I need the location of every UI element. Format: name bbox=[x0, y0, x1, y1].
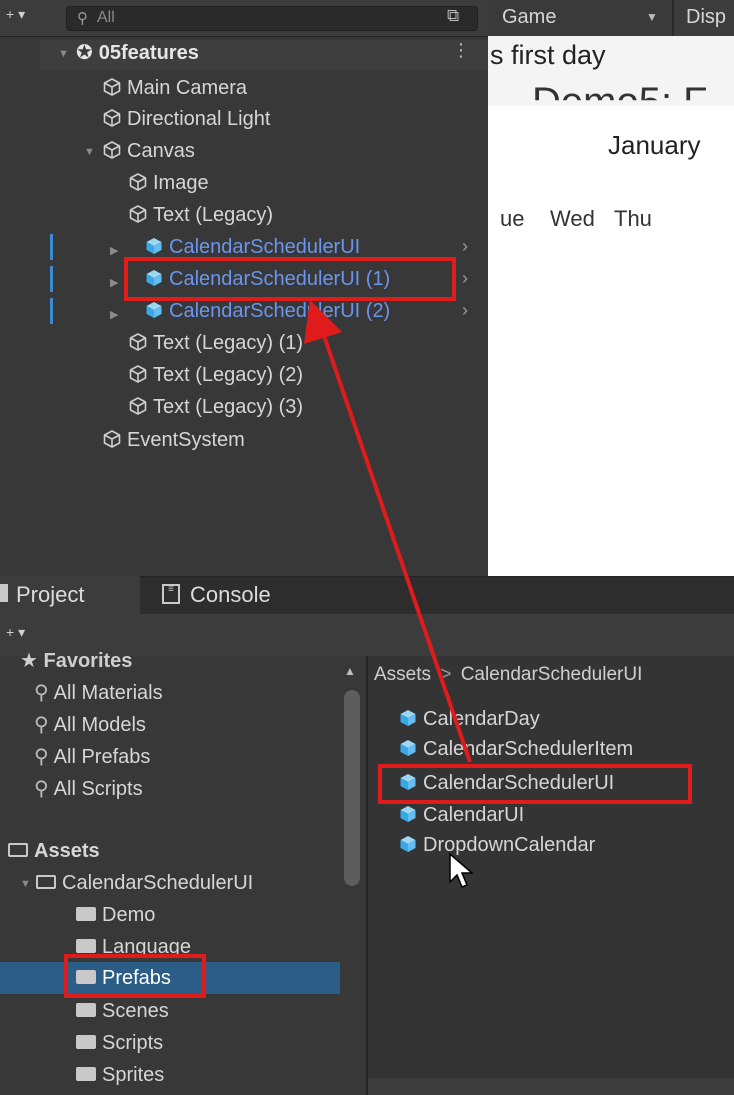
folder-calendarschedulerui[interactable]: CalendarSchedulerUI bbox=[36, 868, 253, 898]
scrollbar-thumb[interactable] bbox=[344, 690, 360, 886]
prefab-icon bbox=[398, 804, 418, 824]
fold-arrow-icon[interactable]: ▼ bbox=[84, 146, 95, 158]
toolbar-divider bbox=[672, 0, 674, 36]
breadcrumb-separator: > bbox=[440, 664, 452, 685]
hierarchy-item-main-camera[interactable]: Main Camera bbox=[102, 72, 247, 104]
favorite-all-scripts[interactable]: ⚲ All Scripts bbox=[34, 774, 143, 804]
gameobject-icon bbox=[128, 204, 148, 224]
tab-project[interactable]: Project bbox=[0, 576, 140, 614]
favorite-all-models[interactable]: ⚲ All Models bbox=[34, 710, 146, 740]
gameobject-icon bbox=[102, 429, 122, 449]
asset-calendarui[interactable]: CalendarUI bbox=[398, 800, 524, 830]
project-footer bbox=[368, 1078, 734, 1095]
gameobject-icon bbox=[128, 332, 148, 352]
highlight-box-asset bbox=[378, 764, 692, 804]
breadcrumb: Assets > CalendarSchedulerUI bbox=[374, 664, 642, 686]
scene-menu-icon[interactable]: ⋮ bbox=[452, 40, 470, 61]
prefab-icon bbox=[398, 738, 418, 758]
gameobject-icon bbox=[102, 140, 122, 160]
folder-icon bbox=[76, 1034, 96, 1049]
hierarchy-item-text-legacy-2[interactable]: Text (Legacy) (2) bbox=[128, 359, 303, 391]
add-dropdown-button[interactable]: + ▾ bbox=[6, 6, 25, 23]
chevron-down-icon: ▼ bbox=[646, 10, 658, 24]
hierarchy-item-eventsystem[interactable]: EventSystem bbox=[102, 424, 245, 456]
chevron-right-icon[interactable]: › bbox=[462, 300, 468, 321]
star-icon: ★ bbox=[20, 650, 38, 668]
fold-arrow-icon[interactable]: ▶ bbox=[110, 308, 118, 321]
override-bar bbox=[50, 266, 53, 292]
chevron-right-icon[interactable]: › bbox=[462, 268, 468, 289]
gameobject-icon bbox=[102, 108, 122, 128]
hierarchy-item-canvas[interactable]: Canvas bbox=[102, 135, 195, 167]
fold-arrow-icon[interactable]: ▼ bbox=[20, 878, 31, 890]
asset-dropdowncalendar[interactable]: DropdownCalendar bbox=[398, 830, 595, 860]
scroll-up-icon[interactable]: ▲ bbox=[344, 664, 356, 678]
folder-scenes[interactable]: Scenes bbox=[76, 996, 169, 1026]
fold-arrow-icon[interactable]: ▶ bbox=[110, 276, 118, 289]
folder-open-icon bbox=[36, 874, 56, 889]
folder-icon bbox=[76, 1066, 96, 1081]
gameobject-icon bbox=[102, 77, 122, 97]
favorite-all-prefabs[interactable]: ⚲ All Prefabs bbox=[34, 742, 150, 772]
hierarchy-item-text-legacy-3[interactable]: Text (Legacy) (3) bbox=[128, 391, 303, 423]
folder-sprites[interactable]: Sprites bbox=[76, 1060, 164, 1090]
highlight-box-hierarchy bbox=[124, 257, 456, 301]
add-dropdown-button[interactable]: + ▾ bbox=[6, 624, 25, 641]
hierarchy-item-text-legacy[interactable]: Text (Legacy) bbox=[128, 199, 273, 231]
prefab-icon bbox=[398, 834, 418, 854]
hierarchy-search[interactable]: ⚲ bbox=[66, 6, 478, 31]
maximize-icon[interactable]: ⧉ bbox=[447, 6, 459, 26]
folder-open-icon bbox=[8, 842, 28, 857]
fold-arrow-icon[interactable]: ▼ bbox=[58, 48, 69, 60]
hierarchy-item-text-legacy-1[interactable]: Text (Legacy) (1) bbox=[128, 327, 303, 359]
override-bar bbox=[50, 234, 53, 260]
game-view-dropdown[interactable]: Game ▼ bbox=[488, 0, 672, 36]
breadcrumb-calendarschedulerui[interactable]: CalendarSchedulerUI bbox=[461, 664, 643, 685]
display-dropdown[interactable]: Disp bbox=[686, 6, 726, 29]
gameobject-icon bbox=[128, 396, 148, 416]
folder-scripts[interactable]: Scripts bbox=[76, 1028, 163, 1058]
prefab-icon bbox=[398, 708, 418, 728]
assets-root[interactable]: Assets bbox=[8, 836, 100, 866]
game-label: Game bbox=[502, 6, 557, 28]
hierarchy-item-image[interactable]: Image bbox=[128, 167, 209, 199]
game-view[interactable]: s first day Demo5: F January ue Wed Thu bbox=[488, 36, 734, 576]
highlight-box-prefabs-folder bbox=[64, 954, 206, 998]
favorites-header[interactable]: ★ Favorites bbox=[20, 646, 132, 668]
game-text-first-day: s first day bbox=[490, 40, 606, 70]
weekday-thu: Thu bbox=[614, 206, 652, 231]
gameobject-icon bbox=[128, 172, 148, 192]
calendar-month-label: January bbox=[608, 130, 701, 160]
weekday-wed: Wed bbox=[550, 206, 595, 231]
unity-scene-icon: ✪ bbox=[76, 42, 93, 64]
fold-arrow-icon[interactable]: ▶ bbox=[110, 244, 118, 257]
folder-icon bbox=[0, 584, 8, 602]
search-icon: ⚲ bbox=[77, 10, 88, 27]
mouse-cursor-icon bbox=[449, 852, 475, 888]
asset-calendarscheduleritem[interactable]: CalendarSchedulerItem bbox=[398, 734, 633, 764]
search-icon: ⚲ bbox=[34, 682, 49, 704]
search-input[interactable] bbox=[97, 9, 397, 27]
chevron-right-icon[interactable]: › bbox=[462, 236, 468, 257]
folder-icon bbox=[76, 1002, 96, 1017]
folder-icon bbox=[76, 906, 96, 921]
search-icon: ⚲ bbox=[34, 714, 49, 736]
scene-item[interactable]: ✪ 05features bbox=[76, 37, 199, 69]
hierarchy-item-directional-light[interactable]: Directional Light bbox=[102, 103, 270, 135]
console-icon: ≡ bbox=[162, 584, 180, 604]
weekday-tue: ue bbox=[500, 206, 525, 231]
breadcrumb-assets[interactable]: Assets bbox=[374, 664, 431, 685]
prefab-icon bbox=[144, 300, 164, 320]
favorite-all-materials[interactable]: ⚲ All Materials bbox=[34, 678, 163, 708]
prefab-icon bbox=[144, 236, 164, 256]
gameobject-icon bbox=[128, 364, 148, 384]
override-bar bbox=[50, 298, 53, 324]
search-icon: ⚲ bbox=[34, 746, 49, 768]
hierarchy-toolbar: + ▾ ⚲ ⧉ bbox=[0, 0, 488, 37]
folder-icon bbox=[76, 938, 96, 953]
search-icon: ⚲ bbox=[34, 778, 49, 800]
folder-demo[interactable]: Demo bbox=[76, 900, 155, 930]
asset-calendarday[interactable]: CalendarDay bbox=[398, 704, 540, 734]
